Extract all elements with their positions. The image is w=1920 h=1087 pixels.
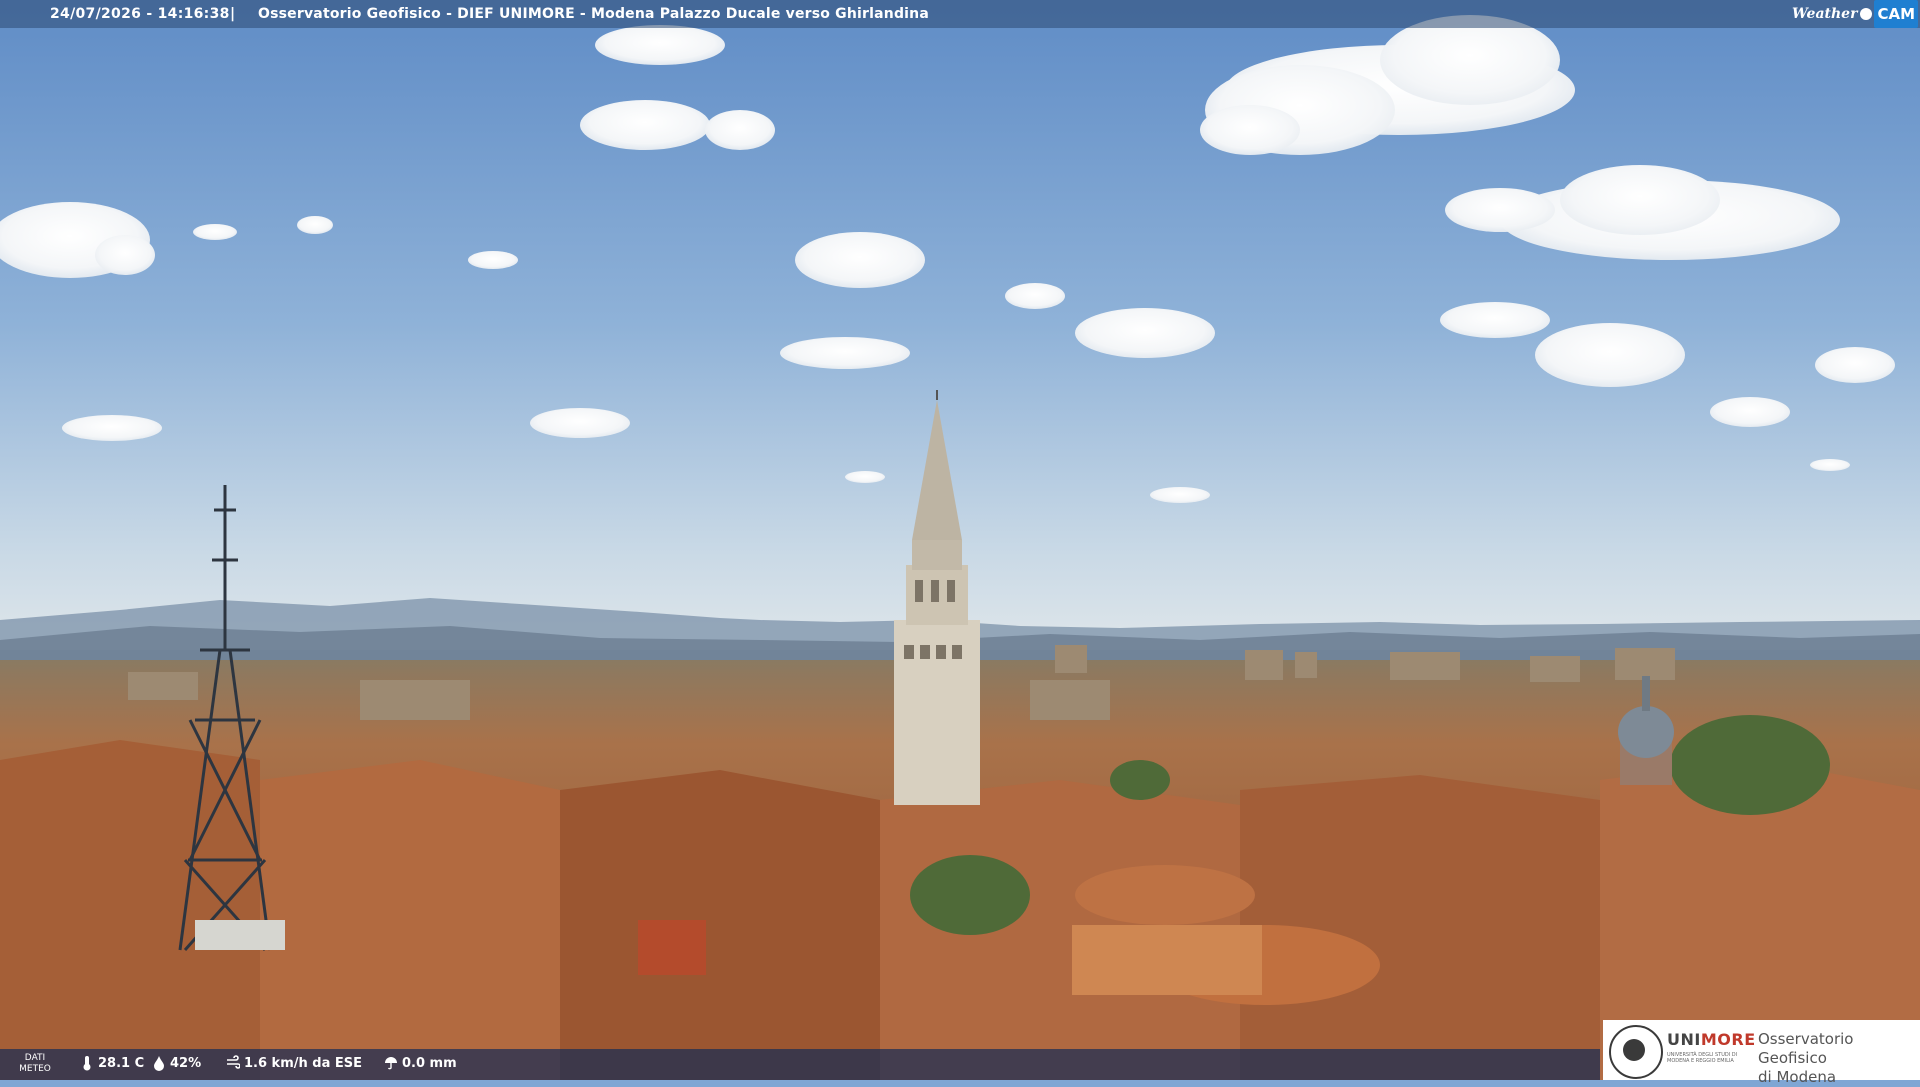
webcam-view bbox=[0, 0, 1920, 1080]
wind-icon bbox=[227, 1055, 240, 1069]
weathercam-dot-icon bbox=[1860, 8, 1873, 20]
observatory-name: Osservatorio Geofisico di Modena bbox=[1758, 1030, 1920, 1087]
umbrella-icon bbox=[385, 1057, 397, 1070]
humidity-value: 42% bbox=[170, 1055, 202, 1071]
title-separator: | bbox=[230, 6, 236, 22]
unimore-more: MORE bbox=[1700, 1030, 1756, 1049]
camera-caption: Osservatorio Geofisico - DIEF UNIMORE - … bbox=[258, 6, 929, 22]
thermometer-icon bbox=[83, 1056, 91, 1071]
weather-data-label: DATI METEO bbox=[12, 1053, 58, 1075]
unimore-subtitle: UNIVERSITÀ DEGLI STUDI DI MODENA E REGGI… bbox=[1667, 1052, 1738, 1064]
rain-value: 0.0 mm bbox=[402, 1055, 457, 1071]
rain-readout: 0.0 mm bbox=[384, 1055, 457, 1071]
unimore-wordmark: UNIMORE bbox=[1667, 1030, 1756, 1049]
weathercam-cam-text: CAM bbox=[1874, 0, 1918, 28]
temperature-readout: 28.1 C bbox=[80, 1055, 144, 1071]
unimore-logo: UNIMORE UNIVERSITÀ DEGLI STUDI DI MODENA… bbox=[1603, 1020, 1920, 1086]
wind-readout: 1.6 km/h da ESE bbox=[226, 1055, 362, 1071]
weather-data-bar: DATI METEO 28.1 C 42% 1.6 km/h da ESE 0.… bbox=[0, 1049, 1600, 1080]
temperature-value: 28.1 C bbox=[98, 1055, 145, 1071]
observatory-line1: Osservatorio Geofisico bbox=[1758, 1030, 1854, 1067]
university-seal-icon bbox=[1609, 1025, 1663, 1079]
humidity-readout: 42% bbox=[152, 1055, 201, 1071]
humidity-icon bbox=[154, 1056, 164, 1071]
weathercam-weather-text: Weather bbox=[1791, 6, 1858, 22]
weather-label-line2: METEO bbox=[19, 1064, 51, 1074]
unimore-uni: UNI bbox=[1667, 1030, 1701, 1049]
camera-top-bar: 24/07/2026 - 14:16:38 | Osservatorio Geo… bbox=[0, 0, 1920, 28]
antenna-base bbox=[195, 920, 285, 950]
wind-value: 1.6 km/h da ESE bbox=[244, 1055, 363, 1071]
weather-label-line1: DATI bbox=[24, 1053, 46, 1063]
weathercam-logo: Weather CAM bbox=[1791, 0, 1918, 28]
timestamp: 24/07/2026 - 14:16:38 bbox=[50, 6, 230, 22]
observatory-line2: di Modena bbox=[1758, 1068, 1837, 1086]
